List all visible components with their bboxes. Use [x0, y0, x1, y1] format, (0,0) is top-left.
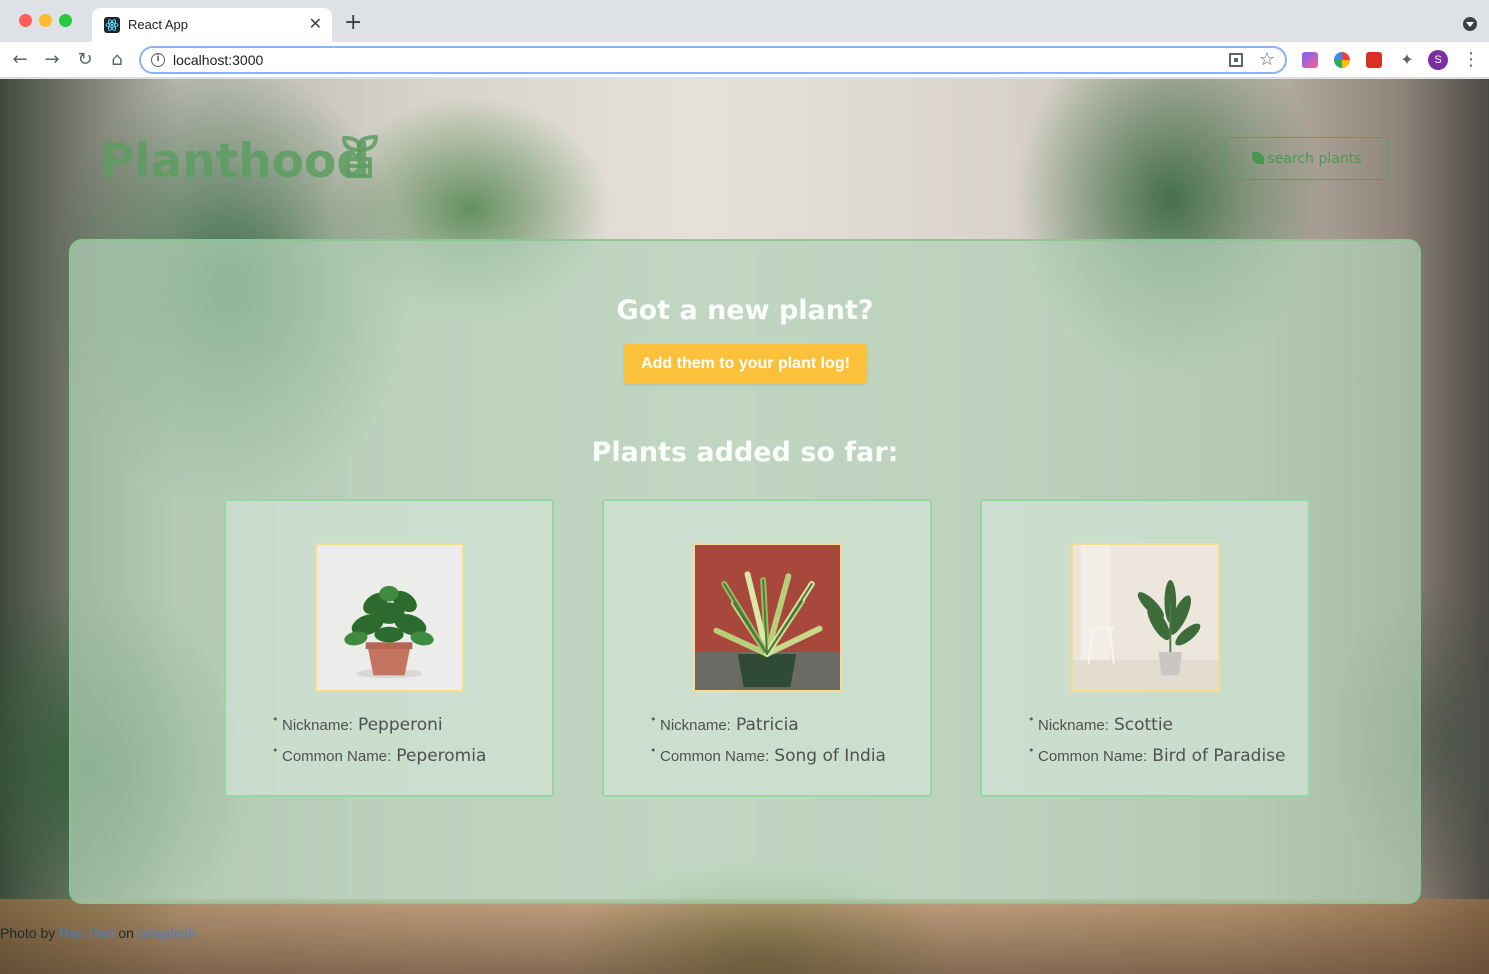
new-plant-heading: Got a new plant? [616, 295, 874, 326]
common-name-label: Common Name: [282, 748, 392, 765]
sprout-icon [342, 135, 378, 178]
plant-card[interactable]: Nickname: Patricia Common Name: Song of … [602, 499, 932, 797]
credit-middle: on [118, 925, 134, 941]
plant-details: Nickname: Scottie Common Name: Bird of P… [1028, 713, 1286, 777]
song-of-india-image [695, 545, 840, 690]
color-wheel-icon[interactable] [1334, 52, 1350, 68]
unsplash-link[interactable]: Unsplash [138, 925, 196, 941]
plant-card[interactable]: Nickname: Scottie Common Name: Bird of P… [980, 499, 1310, 797]
common-name-item: Common Name: Song of India [650, 744, 886, 768]
plant-details: Nickname: Pepperoni Common Name: Peperom… [272, 713, 487, 777]
common-name-item: Common Name: Peperomia [272, 744, 487, 768]
url-text[interactable]: localhost:3000 [173, 52, 263, 68]
nickname-item: Nickname: Scottie [1028, 713, 1286, 737]
arrow-left-icon[interactable]: ← [8, 48, 32, 72]
photo-credit: Photo by Ren Ran on Unsplash [0, 925, 196, 941]
common-name-label: Common Name: [660, 748, 770, 765]
nickname-value: Patricia [735, 715, 799, 735]
nickname-label: Nickname: [1038, 717, 1109, 734]
nickname-label: Nickname: [282, 717, 353, 734]
extension-icon[interactable] [1302, 52, 1318, 68]
peperomia-image [317, 545, 462, 690]
reload-icon[interactable]: ↻ [73, 48, 97, 72]
common-name-value: Song of India [774, 746, 886, 766]
search-plants-label: search plants [1267, 150, 1362, 167]
extension-icon[interactable] [1366, 52, 1382, 68]
leaf-icon [1251, 151, 1264, 164]
close-icon[interactable]: ✕ [309, 15, 322, 33]
browser-toolbar: ← → ↻ ⌂ i localhost:3000 ☆ ✦ S ⋮ [0, 42, 1489, 78]
plus-icon[interactable]: + [344, 11, 362, 35]
plant-log-panel: Got a new plant? Add them to your plant … [69, 239, 1421, 904]
info-icon[interactable]: i [151, 53, 165, 67]
bird-of-paradise-image [1073, 545, 1218, 690]
add-plant-button[interactable]: Add them to your plant log! [624, 344, 867, 384]
page-viewport: Planthood search plants Got a new plant?… [0, 79, 1489, 974]
address-bar[interactable]: i localhost:3000 ☆ [139, 46, 1287, 74]
puzzle-icon[interactable]: ✦ [1398, 52, 1416, 68]
common-name-value: Bird of Paradise [1152, 746, 1286, 766]
tab-title: React App [128, 17, 188, 32]
nickname-label: Nickname: [660, 717, 731, 734]
avatar[interactable]: S [1428, 50, 1448, 70]
plants-added-heading: Plants added so far: [591, 437, 899, 468]
background-photo-floor [0, 899, 1489, 974]
plant-details: Nickname: Patricia Common Name: Song of … [650, 713, 886, 777]
nickname-item: Nickname: Pepperoni [272, 713, 486, 737]
window-minimize-button[interactable] [39, 14, 52, 27]
plant-photo [315, 543, 464, 692]
window-close-button[interactable] [19, 14, 32, 27]
react-favicon-icon [104, 17, 120, 33]
plant-photo [1071, 543, 1220, 692]
browser-tab-strip: React App ✕ + [0, 0, 1489, 42]
common-name-value: Peperomia [396, 746, 487, 766]
qr-code-icon[interactable] [1229, 53, 1243, 67]
nickname-value: Pepperoni [357, 715, 443, 735]
star-icon[interactable]: ☆ [1259, 49, 1275, 70]
common-name-item: Common Name: Bird of Paradise [1028, 744, 1286, 768]
tab-search-icon[interactable] [1463, 17, 1477, 31]
plant-photo [693, 543, 842, 692]
nickname-item: Nickname: Patricia [650, 713, 886, 737]
photographer-link[interactable]: Ren Ran [59, 925, 114, 941]
nickname-value: Scottie [1113, 715, 1174, 735]
kebab-menu-icon[interactable]: ⋮ [1462, 48, 1480, 72]
search-plants-button[interactable]: search plants [1225, 137, 1388, 180]
window-zoom-button[interactable] [59, 14, 72, 27]
credit-prefix: Photo by [0, 925, 56, 941]
home-icon[interactable]: ⌂ [105, 48, 129, 72]
common-name-label: Common Name: [1038, 748, 1148, 765]
arrow-right-icon[interactable]: → [40, 48, 64, 72]
site-logo[interactable]: Planthood [100, 134, 370, 189]
plant-card[interactable]: Nickname: Pepperoni Common Name: Peperom… [224, 499, 554, 797]
browser-tab[interactable]: React App ✕ [92, 8, 332, 42]
